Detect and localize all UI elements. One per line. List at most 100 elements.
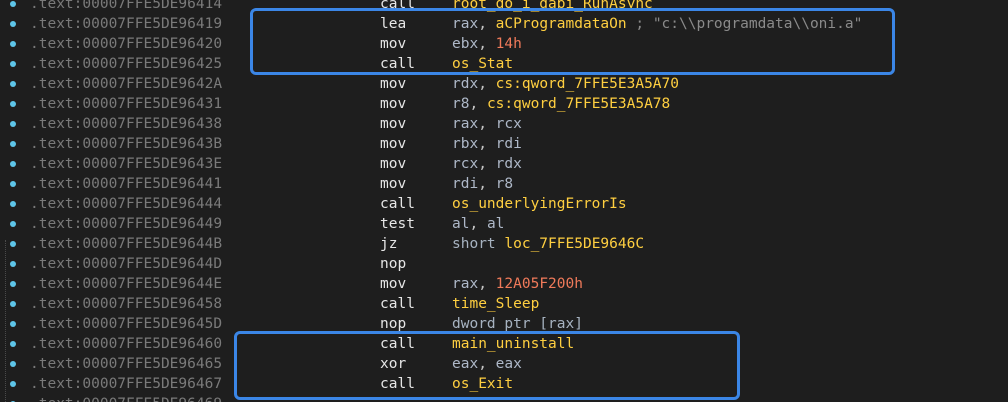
breakpoint-dot-icon[interactable]: [10, 21, 16, 27]
register: al: [452, 216, 470, 232]
operands: rax, 12A05F200h: [452, 274, 583, 294]
breakpoint-dot-icon[interactable]: [10, 201, 16, 207]
register: rax: [452, 116, 479, 132]
mnemonic: mov: [380, 156, 407, 172]
mnemonic: mov: [380, 136, 407, 152]
register: rbx: [452, 136, 479, 152]
disasm-line[interactable]: .text:00007FFE5DE9642A mov rdx, cs:qword_7…: [0, 74, 1008, 94]
disasm-line[interactable]: .text:00007FFE5DE96444 call os_underlyingE…: [0, 194, 1008, 214]
breakpoint-dot-icon[interactable]: [10, 221, 16, 227]
operands: rax, rcx: [452, 114, 522, 134]
breakpoint-dot-icon[interactable]: [10, 1, 16, 7]
mnemonic: mov: [380, 96, 407, 112]
breakpoint-dot-icon[interactable]: [10, 101, 16, 107]
register: rdx: [452, 76, 479, 92]
disasm-line[interactable]: .text:00007FFE5DE96458 call time_Sleep: [0, 294, 1008, 314]
operand-text: short: [452, 236, 505, 252]
address-label: .text:00007FFE5DE9643E: [30, 156, 223, 172]
mnemonic: mov: [380, 76, 407, 92]
operands: time_Sleep: [452, 294, 539, 314]
disasm-line[interactable]: .text:00007FFE5DE9644B jz short loc_7FFE5D…: [0, 234, 1008, 254]
symbol-link[interactable]: cs:qword_7FFE5E3A5A70: [496, 76, 679, 92]
mnemonic: mov: [380, 116, 407, 132]
operand-text: ,: [478, 76, 496, 92]
register: r8: [452, 96, 470, 112]
disasm-line[interactable]: .text:00007FFE5DE9644D nop: [0, 254, 1008, 274]
address-label: .text:00007FFE5DE96465: [30, 356, 223, 372]
symbol-link[interactable]: cs:qword_7FFE5E3A5A78: [487, 96, 670, 112]
breakpoint-dot-icon[interactable]: [10, 141, 16, 147]
mnemonic: mov: [380, 276, 407, 292]
address-label: .text:00007FFE5DE96431: [30, 96, 223, 112]
highlight-box-uninstall-exit: [234, 331, 740, 400]
address-label: .text:00007FFE5DE96460: [30, 336, 223, 352]
symbol-link[interactable]: loc_7FFE5DE9646C: [504, 236, 644, 252]
address-label: .text:00007FFE5DE9644B: [30, 236, 223, 252]
register: r8: [495, 176, 514, 192]
operands: rdi, r8: [452, 174, 513, 194]
disasm-line[interactable]: .text:00007FFE5DE96438 mov rax, rcx: [0, 114, 1008, 134]
operand-text: ,: [469, 216, 487, 232]
mnemonic: mov: [380, 176, 407, 192]
breakpoint-dot-icon[interactable]: [10, 61, 16, 67]
disasm-line[interactable]: .text:00007FFE5DE9644E mov rax, 12A05F200h: [0, 274, 1008, 294]
register: al: [486, 216, 505, 232]
breakpoint-dot-icon[interactable]: [10, 41, 16, 47]
mnemonic: jz: [380, 236, 398, 252]
address-label: .text:00007FFE5DE96441: [30, 176, 223, 192]
breakpoint-dot-icon[interactable]: [10, 381, 16, 387]
address-label: .text:00007FFE5DE96469: [30, 394, 222, 402]
breakpoint-dot-icon[interactable]: [10, 121, 16, 127]
address-label: .text:00007FFE5DE96444: [30, 196, 223, 212]
breakpoint-dot-icon[interactable]: [10, 81, 16, 87]
highlight-box-os-stat: [250, 8, 895, 75]
disassembly-view[interactable]: .text:00007FFE5DE96414 call root_go_i_gapi…: [0, 0, 1008, 402]
register: rdx: [495, 156, 522, 172]
address-label: .text:00007FFE5DE9643B: [30, 136, 223, 152]
operand-text: ,: [478, 276, 496, 292]
operand-text: dword ptr [rax]: [452, 316, 583, 332]
address-label: .text:00007FFE5DE9644D: [30, 256, 223, 272]
mnemonic: call: [380, 296, 415, 312]
register: rcx: [452, 156, 479, 172]
operands: rbx, rdi: [452, 134, 522, 154]
register: rdi: [495, 136, 522, 152]
address-label: .text:00007FFE5DE96467: [30, 376, 223, 392]
address-label: .text:00007FFE5DE96458: [30, 296, 223, 312]
breakpoint-dot-icon[interactable]: [10, 341, 16, 347]
address-label: .text:00007FFE5DE96438: [30, 116, 223, 132]
operand-text: ,: [478, 116, 496, 132]
operands: al, al: [452, 214, 504, 234]
breakpoint-dot-icon[interactable]: [10, 241, 16, 247]
operands: os_underlyingErrorIs: [452, 194, 627, 214]
operands: rcx, rdx: [452, 154, 522, 174]
disasm-line[interactable]: .text:00007FFE5DE96449 test al, al: [0, 214, 1008, 234]
address-label: .text:00007FFE5DE96420: [30, 36, 223, 52]
disasm-line[interactable]: .text:00007FFE5DE9643E mov rcx, rdx: [0, 154, 1008, 174]
address-label: .text:00007FFE5DE96419: [30, 16, 223, 32]
breakpoint-dot-icon[interactable]: [10, 181, 16, 187]
breakpoint-dot-icon[interactable]: [10, 361, 16, 367]
operand-text: ,: [469, 96, 487, 112]
disasm-line[interactable]: .text:00007FFE5DE9643B mov rbx, rdi: [0, 134, 1008, 154]
register: rdi: [452, 176, 479, 192]
breakpoint-dot-icon[interactable]: [10, 321, 16, 327]
operand-text: ,: [478, 176, 496, 192]
address-label: .text:00007FFE5DE9642A: [30, 76, 223, 92]
breakpoint-dot-icon[interactable]: [10, 281, 16, 287]
breakpoint-dot-icon[interactable]: [10, 261, 16, 267]
breakpoint-dot-icon[interactable]: [10, 301, 16, 307]
symbol-link[interactable]: time_Sleep: [452, 296, 539, 312]
disasm-line[interactable]: .text:00007FFE5DE96441 mov rdi, r8: [0, 174, 1008, 194]
address-label: .text:00007FFE5DE96414: [30, 0, 223, 12]
address-label: .text:00007FFE5DE96449: [30, 216, 223, 232]
symbol-link[interactable]: os_underlyingErrorIs: [452, 196, 627, 212]
mnemonic: test: [380, 216, 415, 232]
breakpoint-dot-icon[interactable]: [10, 161, 16, 167]
disasm-line[interactable]: .text:00007FFE5DE96431 mov r8, cs:qword_7F…: [0, 94, 1008, 114]
mnemonic: call: [380, 196, 415, 212]
operands: short loc_7FFE5DE9646C: [452, 234, 644, 254]
register: rax: [452, 276, 479, 292]
operand-text: ,: [478, 136, 496, 152]
mnemonic: nop: [380, 256, 407, 272]
